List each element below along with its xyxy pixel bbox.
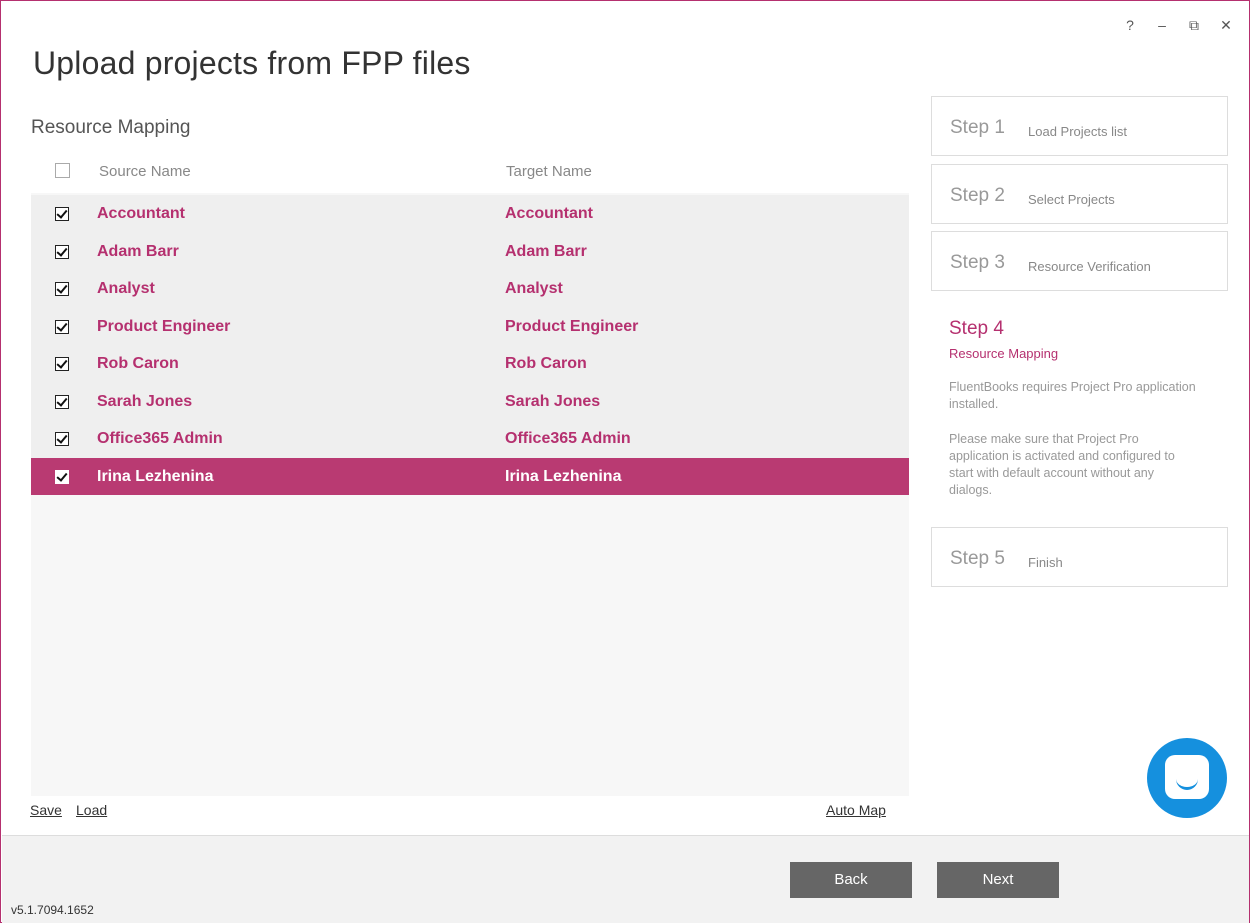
target-name-cell[interactable]: Office365 Admin — [505, 430, 631, 448]
source-name-header: Source Name — [99, 163, 191, 180]
target-name-cell[interactable]: Irina Lezhenina — [505, 468, 621, 486]
row-checkbox[interactable] — [55, 244, 69, 259]
source-name-cell: Rob Caron — [97, 355, 179, 372]
section-title: Resource Mapping — [31, 117, 191, 138]
target-name-cell[interactable]: Product Engineer — [505, 318, 638, 336]
row-checkbox[interactable] — [55, 394, 69, 409]
step-description: Load Projects list — [1028, 124, 1127, 139]
step-note: FluentBooks requires Project Pro applica… — [949, 380, 1196, 411]
close-icon[interactable]: ✕ — [1219, 17, 1233, 33]
table-row[interactable]: Sarah Jones Sarah Jones — [31, 382, 909, 420]
table-row[interactable]: Product Engineer Product Engineer — [31, 307, 909, 345]
step-number: Step 1 — [950, 117, 1005, 138]
step-description: Resource Mapping — [949, 346, 1059, 361]
footer-bar: Back Next v5.1.7094.1652 — [2, 835, 1249, 923]
source-name-cell: Product Engineer — [97, 317, 231, 335]
source-name-cell: Accountant — [97, 205, 185, 222]
auto-map-link[interactable]: Auto Map — [826, 802, 886, 818]
table-row[interactable]: Office365 Admin Office365 Admin — [31, 420, 909, 458]
step-description: Finish — [1028, 555, 1063, 570]
table-row-selected[interactable]: Irina Lezhenina Irina Lezhenina — [31, 457, 909, 495]
table-row[interactable]: Adam Barr Adam Barr — [31, 232, 909, 270]
help-icon[interactable]: ? — [1123, 17, 1137, 33]
row-checkbox[interactable] — [55, 469, 69, 484]
load-link[interactable]: Load — [76, 802, 107, 818]
row-checkbox[interactable] — [55, 357, 69, 371]
version-label: v5.1.7094.1652 — [11, 903, 94, 917]
target-name-cell[interactable]: Rob Caron — [505, 355, 587, 373]
table-row[interactable]: Rob Caron Rob Caron — [31, 345, 909, 383]
step-4-active: Step 4 Resource Mapping FluentBooks requ… — [931, 316, 1228, 499]
source-name-cell: Office365 Admin — [97, 430, 223, 447]
step-1[interactable]: Step 1 Load Projects list — [931, 96, 1228, 156]
source-name-cell: Adam Barr — [97, 242, 179, 260]
window-controls: ? – ⧉ ✕ — [1123, 17, 1233, 33]
chat-bubble-icon — [1165, 755, 1209, 799]
row-checkbox[interactable] — [55, 207, 69, 221]
chat-button[interactable] — [1147, 738, 1227, 818]
step-description: Resource Verification — [1028, 259, 1151, 274]
row-checkbox[interactable] — [55, 282, 69, 296]
row-checkbox[interactable] — [55, 319, 69, 334]
back-button[interactable]: Back — [790, 862, 912, 898]
step-3[interactable]: Step 3 Resource Verification — [931, 231, 1228, 291]
page-title: Upload projects from FPP files — [33, 45, 471, 81]
step-number: Step 3 — [950, 252, 1005, 273]
row-checkbox[interactable] — [55, 432, 69, 446]
resource-mapping-grid: Source Name Target Name Accountant Accou… — [31, 151, 909, 796]
target-name-cell[interactable]: Accountant — [505, 205, 593, 223]
grid-rows: Accountant Accountant Adam Barr Adam Bar… — [31, 195, 909, 495]
step-number: Step 5 — [950, 548, 1005, 569]
target-name-cell[interactable]: Sarah Jones — [505, 393, 600, 411]
app-window: ? – ⧉ ✕ Upload projects from FPP files R… — [0, 0, 1250, 923]
target-name-cell[interactable]: Analyst — [505, 280, 563, 298]
source-name-cell: Irina Lezhenina — [97, 467, 214, 485]
target-name-cell[interactable]: Adam Barr — [505, 243, 587, 261]
source-name-cell: Analyst — [97, 280, 155, 297]
step-number: Step 4 — [949, 318, 1004, 339]
minimize-icon[interactable]: – — [1155, 17, 1169, 33]
next-button[interactable]: Next — [937, 862, 1059, 898]
step-description: Select Projects — [1028, 192, 1115, 207]
target-name-header: Target Name — [506, 163, 592, 180]
save-link[interactable]: Save — [30, 802, 62, 818]
table-row[interactable]: Analyst Analyst — [31, 270, 909, 308]
grid-header: Source Name Target Name — [31, 151, 909, 193]
step-5[interactable]: Step 5 Finish — [931, 527, 1228, 587]
step-number: Step 2 — [950, 185, 1005, 206]
restore-icon[interactable]: ⧉ — [1187, 17, 1201, 33]
table-row[interactable]: Accountant Accountant — [31, 195, 909, 233]
step-2[interactable]: Step 2 Select Projects — [931, 164, 1228, 224]
select-all-checkbox[interactable] — [55, 163, 70, 178]
step-note: Please make sure that Project Pro applic… — [949, 432, 1175, 497]
source-name-cell: Sarah Jones — [97, 392, 193, 410]
